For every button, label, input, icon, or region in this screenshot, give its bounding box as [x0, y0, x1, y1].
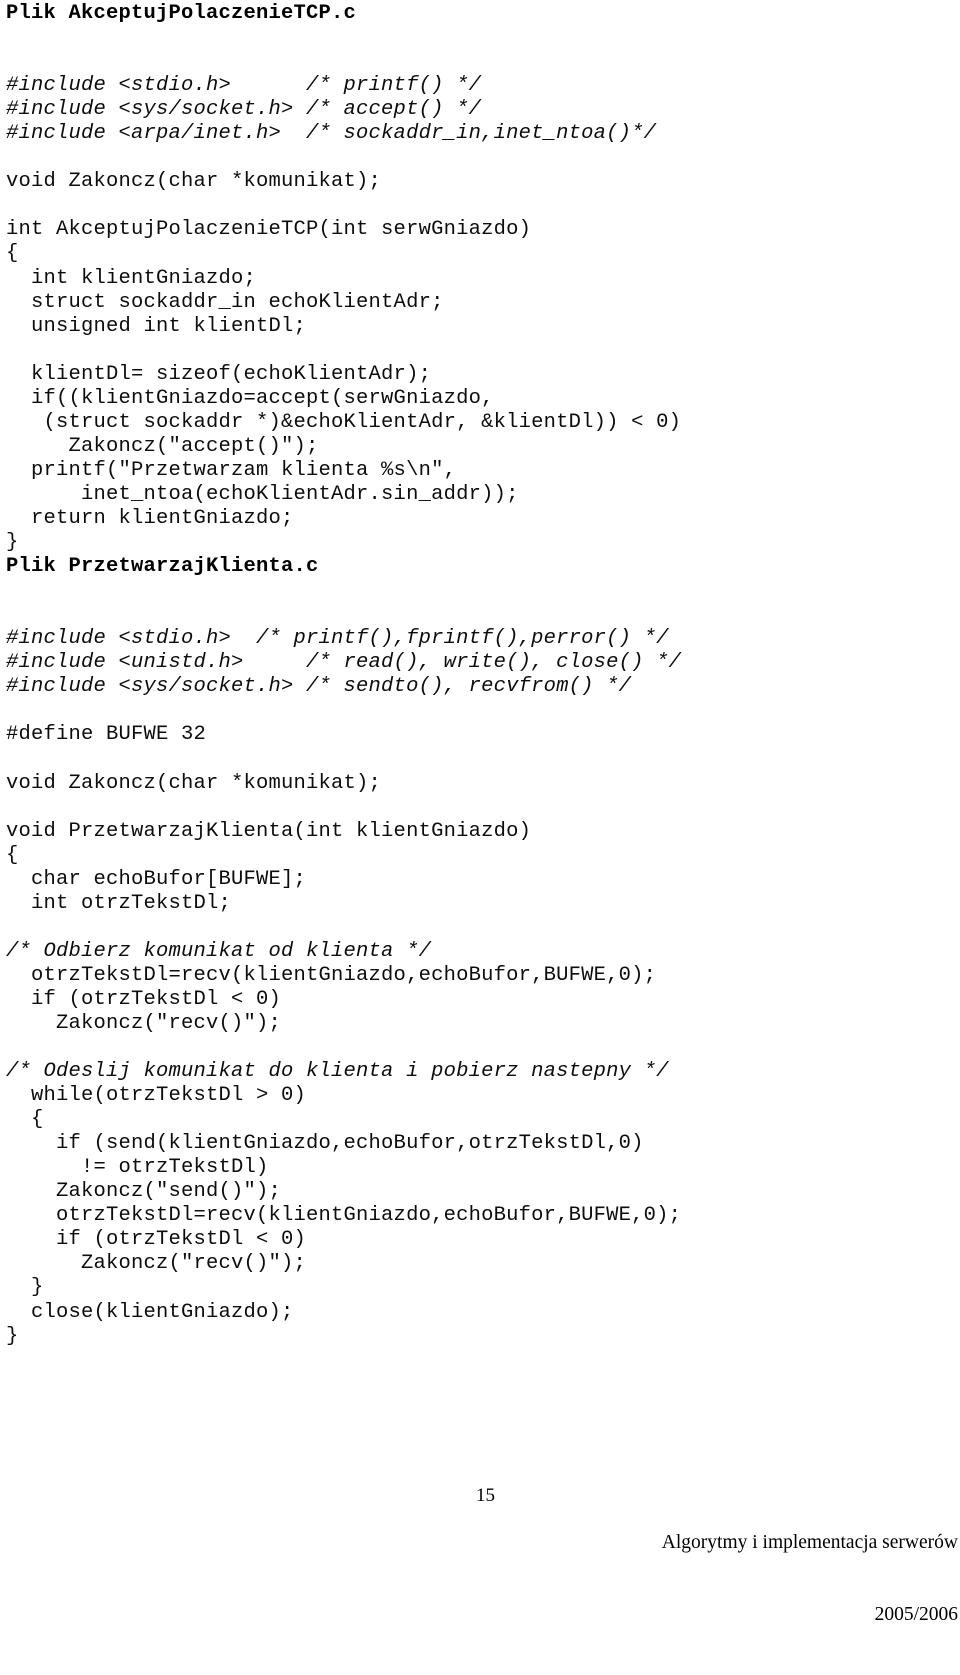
code-comment: /* Odeslij komunikat do klienta i pobier… — [6, 1060, 669, 1084]
code-line: while(otrzTekstDl > 0) — [6, 1084, 307, 1108]
code-line: otrzTekstDl=recv(klientGniazdo,echoBufor… — [6, 1204, 682, 1228]
section-heading-file-2: Plik PrzetwarzajKlienta.c — [6, 555, 319, 579]
code-line: if((klientGniazdo=accept(serwGniazdo, — [6, 386, 494, 410]
code-line: void PrzetwarzajKlienta(int klientGniazd… — [6, 819, 532, 843]
code-comment: /* Odbierz komunikat od klienta */ — [6, 939, 432, 963]
code-line: { — [6, 843, 19, 867]
footer-inner: 15 Algorytmy i implementacja serwerów 20… — [0, 1479, 960, 1625]
code-line: } — [6, 1324, 19, 1348]
footer-course-title: Algorytmy i implementacja serwerów — [661, 1532, 958, 1553]
code-line: /* Odeslij komunikat do klienta i pobier… — [6, 1060, 954, 1084]
section-heading-file-1: Plik AkceptujPolaczenieTCP.c — [6, 2, 357, 25]
page-content: Plik AkceptujPolaczenieTCP.c #include <s… — [6, 2, 954, 1349]
code-line: { — [6, 1108, 44, 1132]
code-line: void Zakoncz(char *komunikat); — [6, 771, 382, 795]
code-line: struct sockaddr_in echoKlientAdr; — [6, 290, 444, 314]
page-footer: 15 Algorytmy i implementacja serwerów 20… — [0, 1479, 960, 1625]
code-comment: #include <stdio.h> /* printf() */ — [6, 74, 482, 98]
code-comment: #include <stdio.h> /* printf(),fprintf()… — [6, 627, 669, 651]
footer-academic-year: 2005/2006 — [874, 1604, 958, 1625]
code-line: close(klientGniazdo); — [6, 1300, 294, 1324]
code-line: #include <sys/socket.h> /* accept() */ — [6, 98, 954, 122]
code-section-akceptujpolaczenietcp: Plik AkceptujPolaczenieTCP.c #include <s… — [6, 2, 954, 555]
code-line: Zakoncz("recv()"); — [6, 1252, 307, 1276]
code-line: #include <arpa/inet.h> /* sockaddr_in,in… — [6, 122, 954, 146]
code-line: } — [6, 531, 19, 555]
code-line: #include <unistd.h> /* read(), write(), … — [6, 651, 954, 675]
footer-text-block: Algorytmy i implementacja serwerów 2005/… — [662, 1483, 958, 1675]
code-line: { — [6, 242, 19, 266]
code-line: void Zakoncz(char *komunikat); — [6, 170, 382, 194]
code-line: int AkceptujPolaczenieTCP(int serwGniazd… — [6, 218, 532, 242]
code-listing-przetwarzajklienta: #include <stdio.h> /* printf(),fprintf()… — [6, 579, 954, 1349]
code-line: int klientGniazdo; — [6, 266, 257, 290]
code-line: otrzTekstDl=recv(klientGniazdo,echoBufor… — [6, 963, 657, 987]
code-line: (struct sockaddr *)&echoKlientAdr, &klie… — [6, 410, 682, 434]
code-comment: #include <arpa/inet.h> /* sockaddr_in,in… — [6, 122, 657, 146]
code-line: } — [6, 1276, 44, 1300]
code-line: Zakoncz("send()"); — [6, 1180, 282, 1204]
code-line: #include <sys/socket.h> /* sendto(), rec… — [6, 675, 954, 699]
code-line: #define BUFWE 32 — [6, 723, 207, 747]
code-comment: #include <unistd.h> /* read(), write(), … — [6, 651, 682, 675]
code-line: Zakoncz("accept()"); — [6, 434, 319, 458]
code-line: unsigned int klientDl; — [6, 314, 307, 338]
code-line: if (send(klientGniazdo,echoBufor,otrzTek… — [6, 1132, 644, 1156]
code-line: #include <stdio.h> /* printf() */ — [6, 74, 954, 98]
code-line: return klientGniazdo; — [6, 506, 294, 530]
code-line: #include <stdio.h> /* printf(),fprintf()… — [6, 627, 954, 651]
code-line: int otrzTekstDl; — [6, 891, 232, 915]
code-line: klientDl= sizeof(echoKlientAdr); — [6, 362, 432, 386]
code-line: /* Odbierz komunikat od klienta */ — [6, 940, 954, 964]
code-listing-akceptujpolaczenietcp: #include <stdio.h> /* printf() */#includ… — [6, 26, 954, 555]
code-line: inet_ntoa(echoKlientAdr.sin_addr)); — [6, 482, 519, 506]
code-line: printf("Przetwarzam klienta %s\n", — [6, 458, 457, 482]
code-line: if (otrzTekstDl < 0) — [6, 1228, 307, 1252]
page-number: 15 — [476, 1485, 495, 1506]
code-line: if (otrzTekstDl < 0) — [6, 987, 282, 1011]
code-line: char echoBufor[BUFWE]; — [6, 867, 307, 891]
code-section-przetwarzajklienta: Plik PrzetwarzajKlienta.c #include <stdi… — [6, 555, 954, 1349]
code-comment: #include <sys/socket.h> /* sendto(), rec… — [6, 675, 632, 699]
document-page: Plik AkceptujPolaczenieTCP.c #include <s… — [0, 0, 960, 1625]
code-comment: #include <sys/socket.h> /* accept() */ — [6, 98, 482, 122]
code-line: Zakoncz("recv()"); — [6, 1011, 282, 1035]
code-line: != otrzTekstDl) — [6, 1156, 269, 1180]
